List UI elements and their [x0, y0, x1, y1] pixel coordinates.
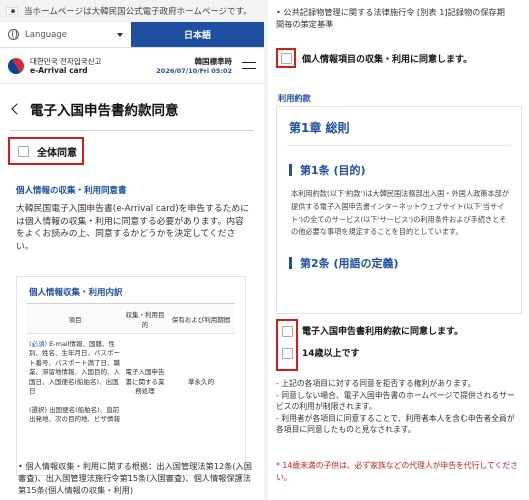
legal-basis-note: • 個人情報収集・利用に関する根拠：出入国管理法第12条(入国審査)、出入国管理… [18, 461, 252, 496]
privacy-consent-label: 個人情報項目の収集・利用に同意します。 [302, 54, 473, 65]
terms-chapter-title: 第1章 総則 [289, 121, 350, 135]
logo-line-english: e-Arrival card [30, 65, 88, 75]
table-header-period: 保有および利用期間 [171, 315, 231, 324]
highlight-box [276, 319, 298, 371]
article-1-text: 本利用約款(以下'約款')は大韓民国法務部出入国・外国人政策本部が提供する電子入… [291, 189, 510, 237]
screenshot-composite: 当ホームページは大韓民国公式電子政府ホームページです。 Language 日本語… [0, 0, 529, 500]
site-logo[interactable]: 대한민국 전자입국신고 e-Arrival card [30, 57, 101, 75]
privacy-table-title: 個人情報収集・利用内訳 [29, 288, 123, 298]
terms-scroll-box[interactable]: 第1章 総則 第1条 (目的) 本利用約款(以下'約款')は大韓民国法務部出入国… [276, 106, 522, 314]
taegeuk-logo-icon[interactable] [5, 54, 27, 77]
logo-line-korean: 대한민국 전자입국신고 [30, 56, 102, 66]
table-cell-items: (必須) E-mail情報、国籍、性別、姓名、生年月日、パスポート番号、パスポー… [27, 340, 123, 425]
optional-tag: (選択) [29, 405, 48, 414]
checkbox-box[interactable] [18, 145, 29, 157]
korea-flag-icon [6, 7, 18, 15]
article-2-heading: 第2条 (用語の定義) [277, 239, 521, 271]
agree-all-label: 全体同意 [37, 147, 77, 159]
consent-note-1: - 上記の各項目に対する同意を拒否する権利があります。 [276, 379, 476, 388]
current-language-button[interactable]: 日本語 [131, 22, 264, 47]
gov-banner-text: 当ホームページは大韓民国公式電子政府ホームページです。 [24, 7, 252, 17]
title-divider [10, 130, 254, 131]
globe-icon [8, 29, 19, 40]
back-arrow-icon[interactable] [10, 103, 22, 115]
terms-consent-label: 電子入国申告書利用約款に同意します。 [302, 327, 464, 337]
page-title-text: 電子入国申告書約款同意 [30, 103, 179, 119]
age-consent-box[interactable] [281, 348, 293, 359]
article-2-title: 第2条 (用語の定義) [300, 257, 399, 271]
privacy-intro-text: 大韓民国電子入国申告書(e-Arrival card)を申告するためには個人情報… [16, 204, 250, 252]
heading-bar [289, 164, 292, 176]
required-items: E-mail情報、国籍、性別、姓名、生年月日、パスポート番号、パスポート満了日、… [29, 340, 120, 396]
site-header: 대한민국 전자입국신고 e-Arrival card 韓国標準時 2026/07… [0, 48, 264, 84]
age-consent-label: 14歳以上です [302, 349, 360, 359]
highlight-box [276, 48, 296, 68]
terms-label: 利用約款 [278, 93, 311, 103]
terms-consent-checkbox[interactable]: 電子入国申告書利用約款に同意します。 [302, 324, 463, 337]
table-row: (必須) E-mail情報、国籍、性別、姓名、生年月日、パスポート番号、パスポー… [27, 334, 235, 431]
table-header-purpose: 収集・利用目的 [125, 310, 165, 329]
clock-label: 韓国標準時 [194, 57, 233, 66]
article-1-title: 第1条 (目的) [300, 164, 366, 177]
table-header-item: 項目 [68, 315, 82, 324]
hamburger-menu-icon[interactable] [242, 61, 256, 71]
left-panel: 当ホームページは大韓民国公式電子政府ホームページです。 Language 日本語… [0, 0, 264, 500]
checkbox-box[interactable] [280, 52, 292, 64]
consent-notes: - 上記の各項目に対する同意を拒否する権利があります。 - 同意しない場合、電子… [276, 378, 522, 436]
article-1-heading: 第1条 (目的) [277, 146, 521, 178]
right-panel: • 公共記録物管理に関する法律施行令 [別表 1]記録物の保存期間毎の策定基準 … [268, 0, 529, 500]
age-consent-checkbox[interactable]: 14歳以上です [302, 346, 360, 359]
table-cell-period: 準永久的 [188, 377, 214, 386]
privacy-table-box: 個人情報収集・利用内訳 項目 収集・利用目的 保有および利用期間 (必須) E-… [16, 276, 246, 476]
table-cell-purpose: 電子入国申告書に関する業務処理 [125, 368, 165, 396]
records-retention-note: • 公共記録物管理に関する法律施行令 [別表 1]記録物の保存期間毎の策定基準 [276, 7, 505, 30]
privacy-consent-checkbox[interactable]: 個人情報項目の収集・利用に同意します。 [276, 48, 520, 68]
minor-warning: * 14歳未満の子供は、必ず家族などの代理人が申告を代行してください。 [276, 461, 518, 482]
caret-down-icon [117, 33, 123, 37]
agree-all-checkbox[interactable]: 全体同意 [8, 137, 84, 165]
heading-bar [289, 257, 292, 270]
terms-consent-box[interactable] [281, 326, 293, 337]
language-select[interactable]: Language [0, 22, 131, 47]
privacy-consent-title: 個人情報の収集・利用同意書 [16, 186, 127, 196]
korea-time-clock: 韓国標準時 2026/07/10/Fri 05:02 [156, 56, 232, 75]
required-tag: (必須) [29, 340, 48, 348]
consent-note-3: - 利用者が各項目に同意することで、利用者本人を含む申告者全員が各項目に同意した… [276, 413, 515, 435]
clock-value: 2026/07/10/Fri 05:02 [156, 67, 232, 75]
page-title: 電子入国申告書約款同意 [0, 84, 264, 124]
language-select-label: Language [25, 29, 67, 40]
gov-banner: 当ホームページは大韓民国公式電子政府ホームページです。 [0, 0, 264, 22]
consent-note-2: - 同意しない場合、電子入国申告書のホームページで提供されるサービスの利用が制限… [276, 390, 515, 412]
table-header-row: 項目 収集・利用目的 保有および利用期間 [27, 304, 235, 334]
language-bar: Language 日本語 [0, 22, 264, 48]
privacy-table: 項目 収集・利用目的 保有および利用期間 (必須) E-mail情報、国籍、性別… [27, 303, 235, 431]
